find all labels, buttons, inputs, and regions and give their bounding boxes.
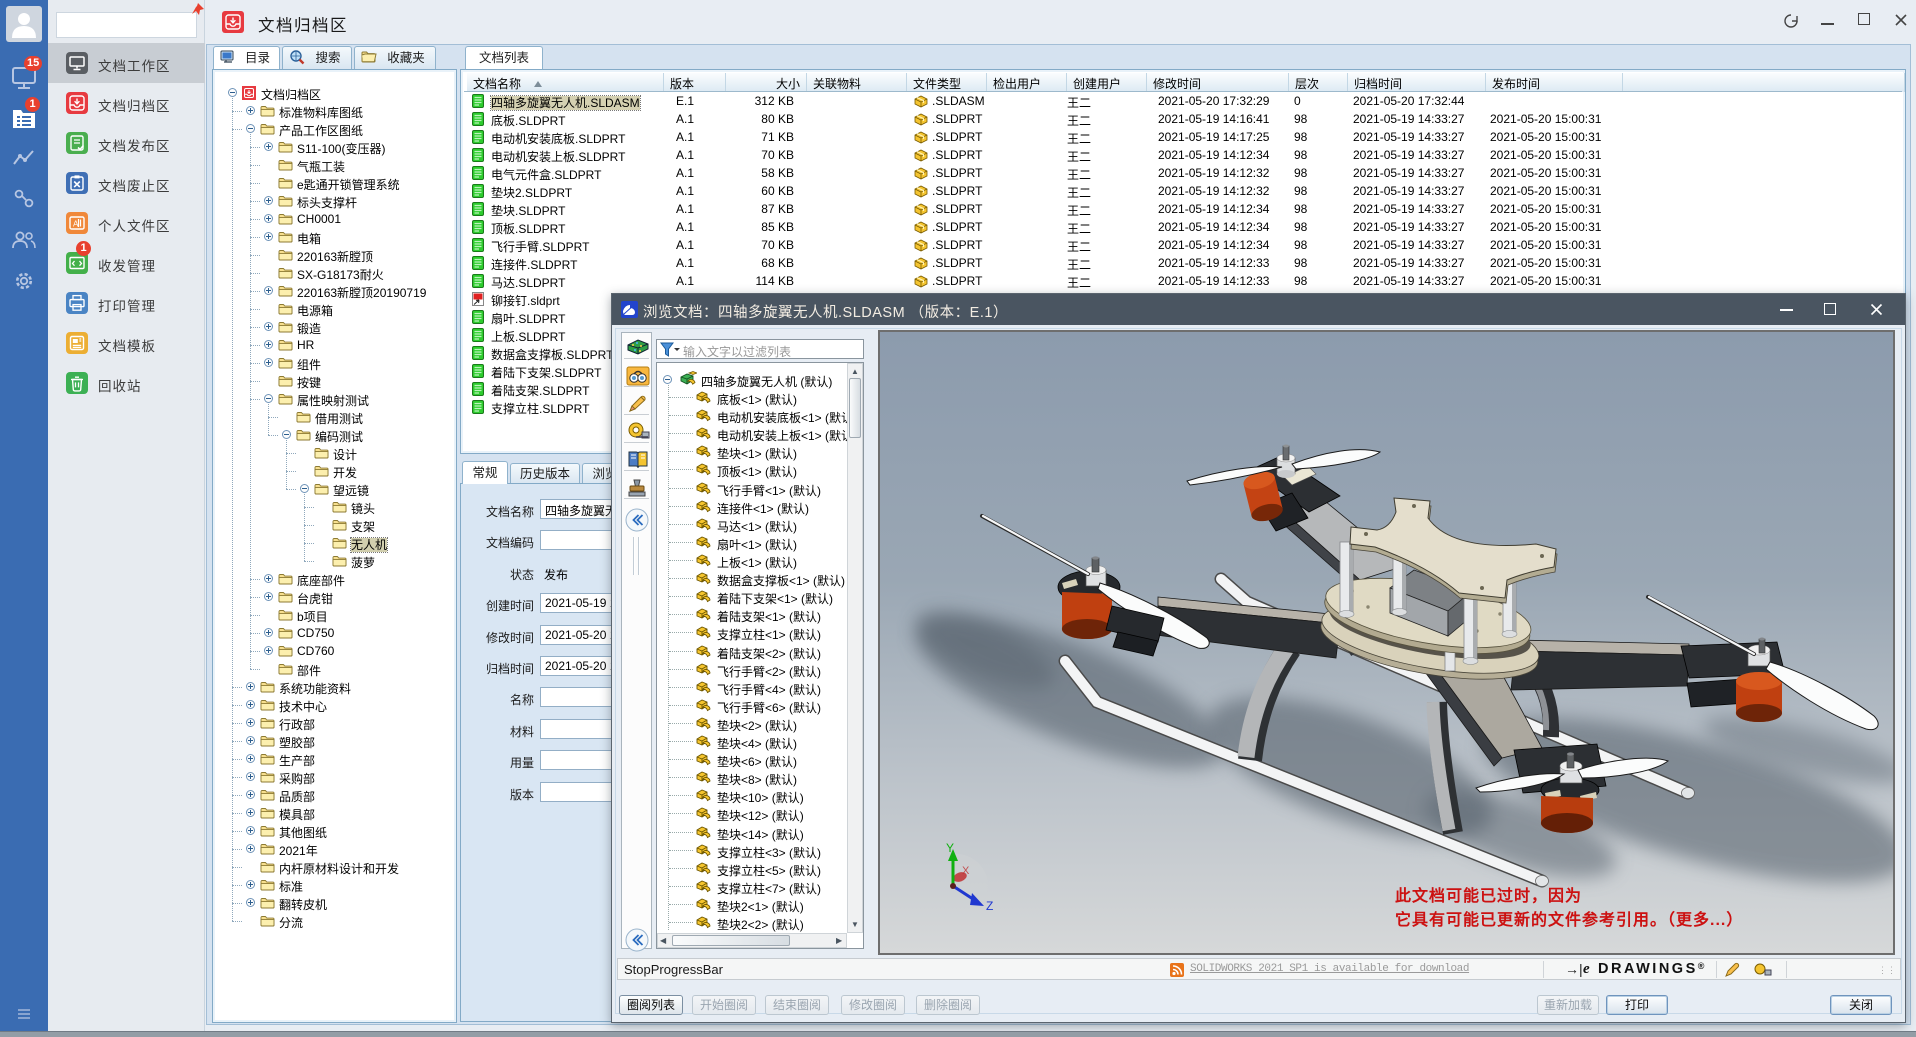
svg-text:X: X: [962, 865, 970, 877]
svg-text:Y: Y: [946, 841, 954, 855]
svg-text:此文档可能已过时，因为: 此文档可能已过时，因为: [1395, 886, 1582, 905]
svg-text:Z: Z: [986, 899, 993, 913]
svg-text:它具有可能已更新的文件参考引用。（更多...）: 它具有可能已更新的文件参考引用。（更多...）: [1395, 910, 1743, 929]
